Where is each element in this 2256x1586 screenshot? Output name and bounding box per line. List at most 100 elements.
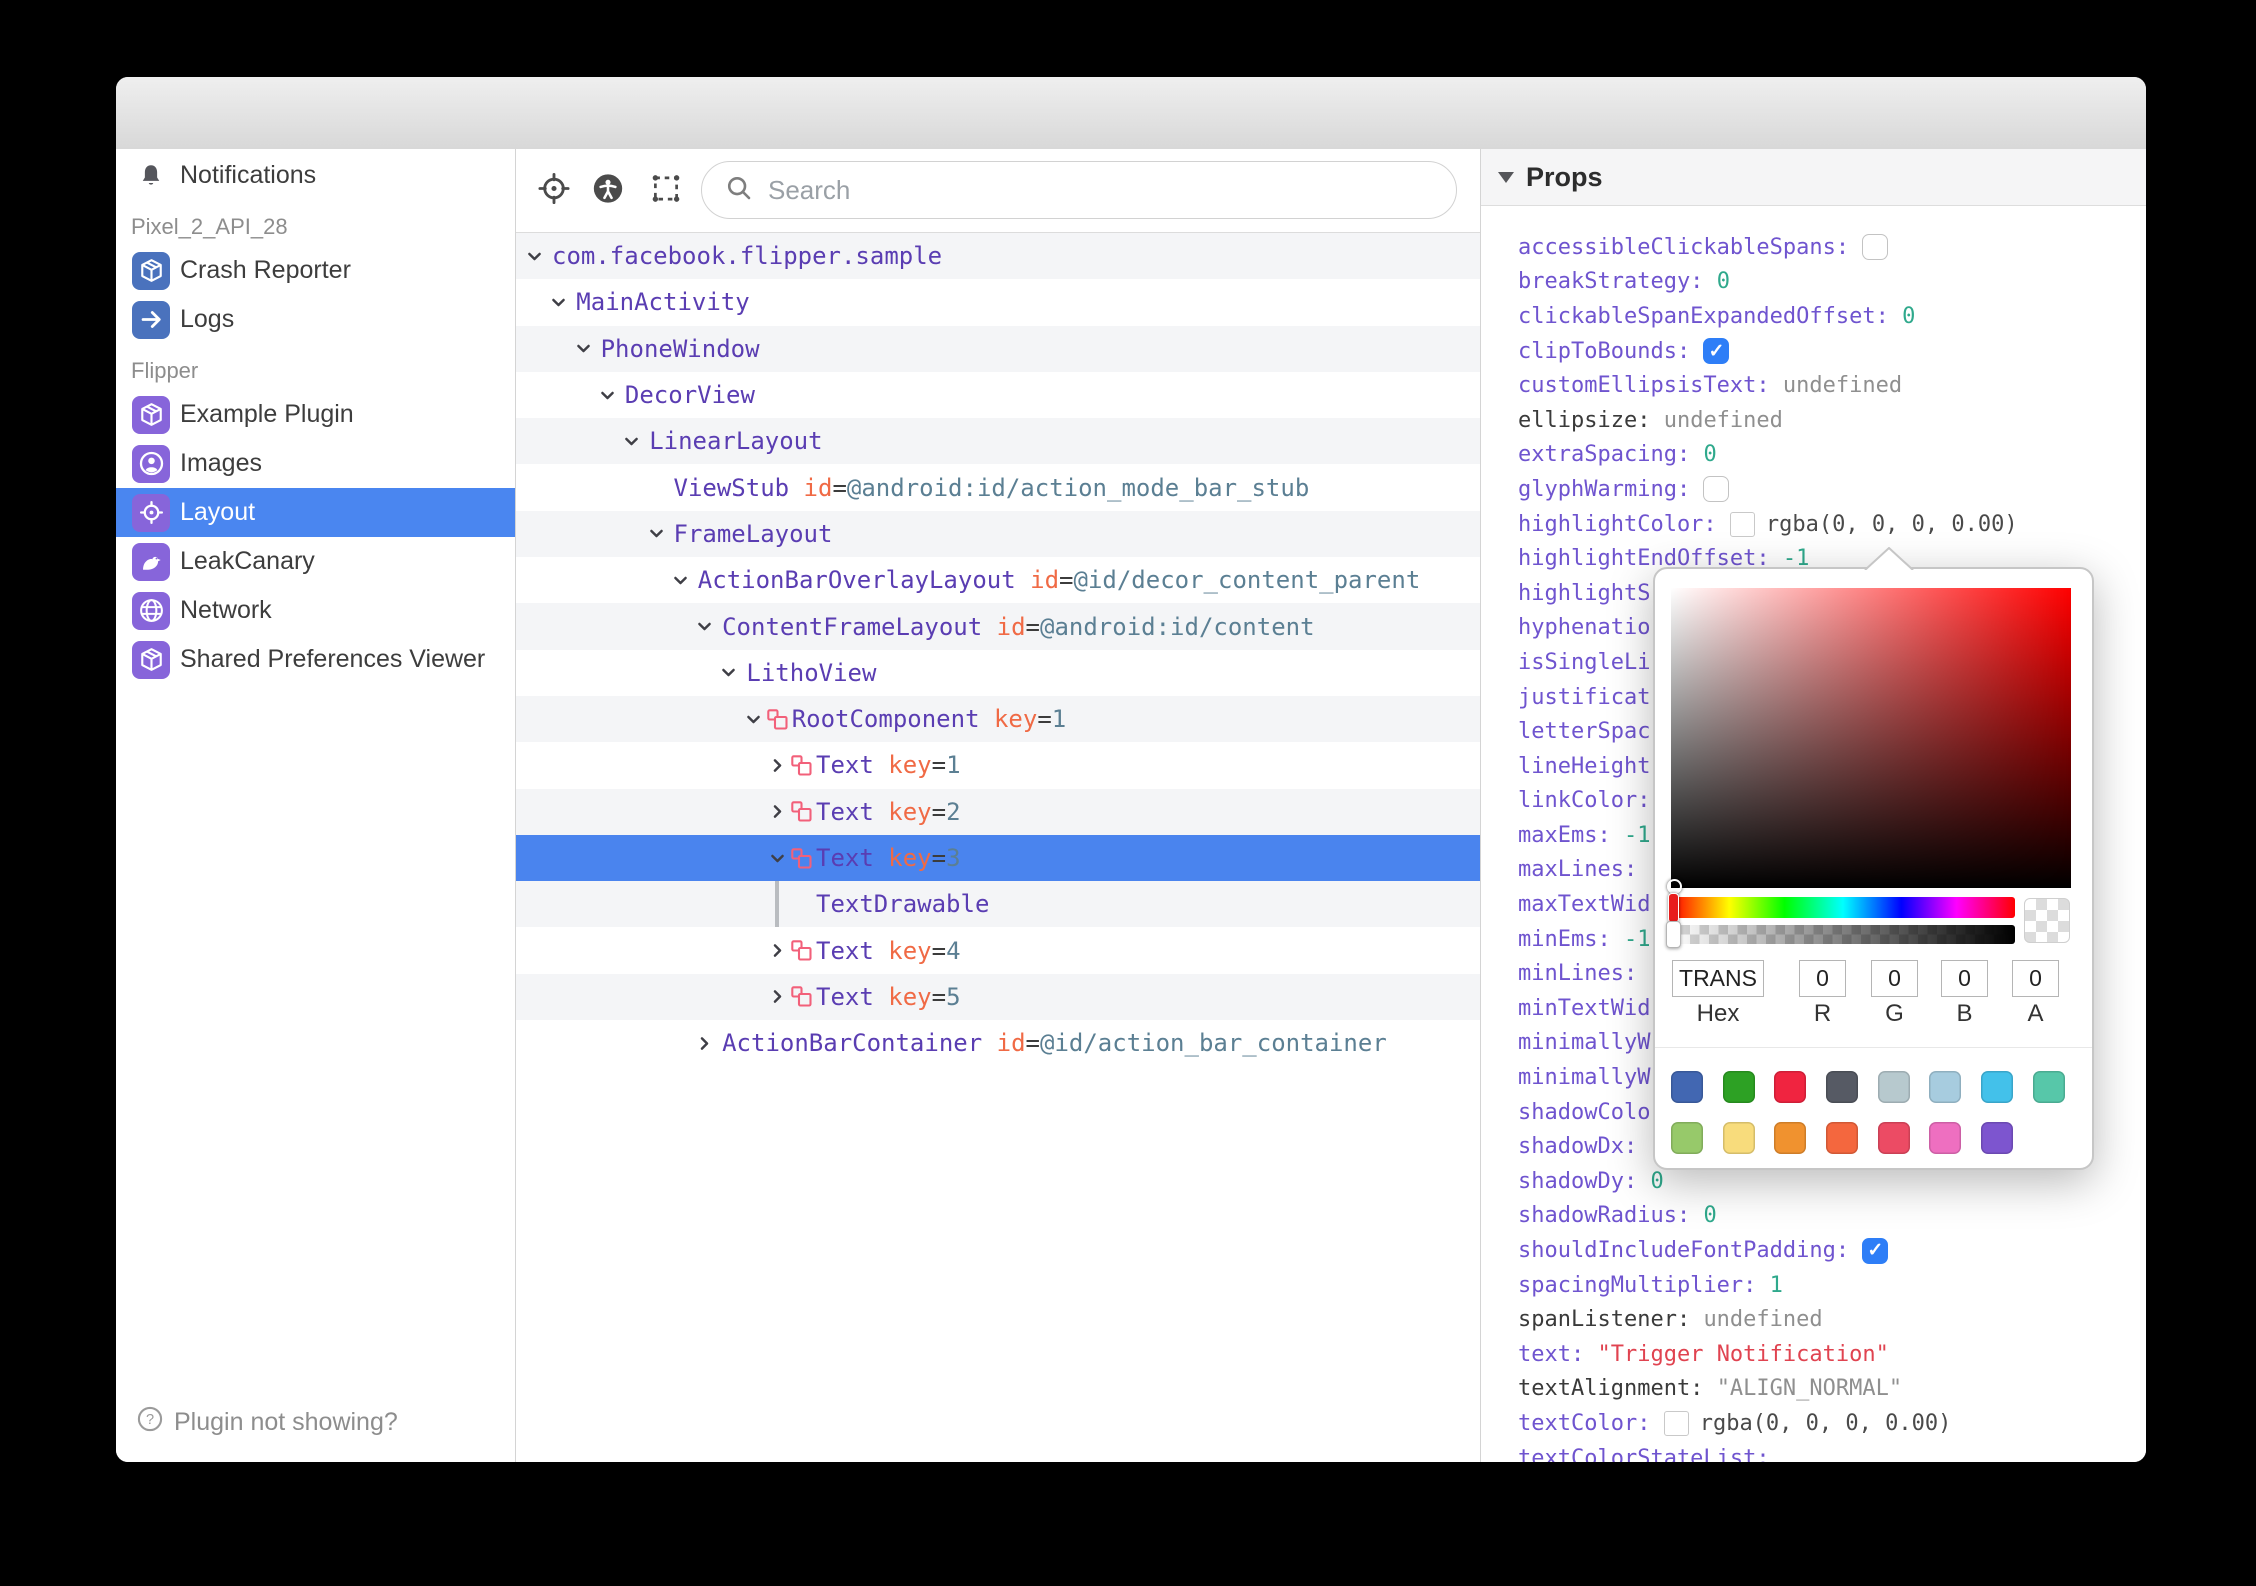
sidebar-item-leakcanary[interactable]: LeakCanary: [116, 537, 515, 586]
prop-value[interactable]: -1: [1624, 927, 1651, 952]
chevron-down-icon[interactable]: [696, 618, 713, 635]
prop-checkbox[interactable]: [1703, 476, 1730, 503]
tree-node-text-2[interactable]: Text key = 2: [516, 788, 1480, 835]
tree-node-mainactivity[interactable]: MainActivity: [516, 279, 1480, 326]
tree-node-actionbaroverlaylayout-id-decor-content-parent[interactable]: ActionBarOverlayLayout id = @id/decor_cont…: [516, 557, 1480, 604]
color-swatch[interactable]: [1929, 1071, 1962, 1103]
chevron-down-icon[interactable]: [526, 248, 543, 265]
chevron-down-icon[interactable]: [550, 294, 567, 311]
color-swatch[interactable]: [1929, 1122, 1962, 1154]
prop-value[interactable]: undefined: [1703, 1307, 1822, 1332]
chevron-down-icon[interactable]: [769, 850, 786, 867]
target-mode-icon[interactable]: [536, 170, 572, 211]
color-swatch[interactable]: [1671, 1122, 1703, 1154]
tree-node-decorview[interactable]: DecorView: [516, 371, 1480, 419]
color-swatch[interactable]: [1774, 1071, 1807, 1103]
select-element-icon[interactable]: [649, 171, 683, 210]
prop-value[interactable]: 0: [1902, 304, 1915, 329]
hex-input[interactable]: [1672, 960, 1764, 997]
prop-value[interactable]: 0: [1703, 1203, 1716, 1228]
prop-value[interactable]: rgba(0, 0, 0, 0.00): [1700, 1411, 1952, 1436]
chevron-down-icon[interactable]: [672, 572, 689, 589]
prop-value[interactable]: "Trigger Notification": [1597, 1342, 1888, 1367]
prop-value[interactable]: 1: [1770, 1273, 1783, 1298]
tree-node-linearlayout[interactable]: LinearLayout: [516, 418, 1480, 465]
plugin-not-showing-link[interactable]: ? Plugin not showing?: [136, 1405, 398, 1440]
saturation-value-gradient[interactable]: [1671, 588, 2071, 888]
color-swatch[interactable]: [1981, 1122, 2014, 1154]
red-input[interactable]: [1799, 960, 1846, 997]
tree-node-text-4[interactable]: Text key = 4: [516, 927, 1480, 974]
sidebar-item-logs[interactable]: Logs: [116, 295, 515, 344]
tree-node-actionbarcontainer-id-action-bar-container[interactable]: ActionBarContainer id = @id/action_bar_con…: [516, 1020, 1480, 1067]
prop-value[interactable]: 0: [1703, 442, 1716, 467]
color-swatch[interactable]: [1877, 1122, 1910, 1154]
search-field[interactable]: [701, 161, 1457, 219]
alpha-slider[interactable]: [1671, 925, 2015, 944]
color-swatch[interactable]: [1722, 1122, 1755, 1154]
tree-node-phonewindow[interactable]: PhoneWindow: [516, 325, 1480, 372]
prop-checkbox[interactable]: [1862, 234, 1889, 261]
chevron-right-icon[interactable]: [769, 803, 786, 820]
color-swatch[interactable]: [1774, 1122, 1807, 1154]
chevron-down-icon[interactable]: [720, 664, 737, 681]
green-input[interactable]: [1871, 960, 1918, 997]
chevron-down-icon[interactable]: [623, 433, 640, 450]
prop-value[interactable]: 0: [1717, 269, 1730, 294]
sidebar-item-notifications[interactable]: Notifications: [116, 151, 515, 200]
chevron-down-icon[interactable]: [648, 525, 665, 542]
blue-input[interactable]: [1941, 960, 1988, 997]
color-swatch[interactable]: [1826, 1122, 1859, 1154]
sidebar-item-layout[interactable]: Layout: [116, 488, 515, 537]
search-input[interactable]: [766, 173, 1446, 207]
prop-key: ellipsize:: [1518, 407, 1664, 433]
color-swatch[interactable]: [1877, 1071, 1910, 1103]
sidebar-item-crash-reporter[interactable]: Crash Reporter: [116, 246, 515, 295]
alpha-input[interactable]: [2012, 960, 2059, 997]
gradient-cursor[interactable]: [1667, 879, 1682, 894]
accessibility-mode-icon[interactable]: [591, 171, 625, 210]
tree-node-com-facebook-flipper-sample[interactable]: com.facebook.flipper.sample: [516, 233, 1480, 280]
tree-node-text-1[interactable]: Text key = 1: [516, 742, 1480, 789]
tree-node-text-3[interactable]: Text key = 3: [516, 834, 1480, 882]
prop-value[interactable]: "ALIGN_NORMAL": [1717, 1376, 1902, 1401]
chevron-down-icon[interactable]: [599, 387, 616, 404]
tree-node-viewstub-android-id-action-mode-bar-stub[interactable]: ViewStub id = @android:id/action_mode_bar_…: [516, 464, 1480, 511]
prop-value[interactable]: rgba(0, 0, 0, 0.00): [1766, 512, 2018, 537]
color-preview-swatch: [2024, 898, 2070, 943]
tree-node-framelayout[interactable]: FrameLayout: [516, 510, 1480, 558]
prop-value[interactable]: undefined: [1664, 408, 1783, 433]
color-swatch[interactable]: [1671, 1071, 1703, 1103]
color-swatch[interactable]: [2032, 1071, 2065, 1103]
tree-node-lithoview[interactable]: LithoView: [516, 649, 1480, 696]
chevron-right-icon[interactable]: [769, 988, 786, 1005]
sidebar-item-images[interactable]: Images: [116, 439, 515, 488]
color-swatch[interactable]: [1981, 1071, 2014, 1103]
sidebar-item-network[interactable]: Network: [116, 586, 515, 635]
chevron-down-icon[interactable]: [745, 711, 762, 728]
chevron-right-icon[interactable]: [769, 942, 786, 959]
prop-checkbox[interactable]: ✓: [1703, 338, 1730, 365]
color-swatch[interactable]: [1826, 1071, 1859, 1103]
prop-value[interactable]: undefined: [1783, 373, 1902, 398]
sidebar-item-shared-preferences-viewer[interactable]: Shared Preferences Viewer: [116, 635, 515, 684]
hue-slider-handle[interactable]: [1668, 893, 1679, 923]
chevron-right-icon[interactable]: [696, 1035, 713, 1052]
prop-value[interactable]: 0: [1650, 1169, 1663, 1194]
prop-color-swatch[interactable]: [1729, 511, 1755, 537]
tree-node-contentframelayout-android-id-content[interactable]: ContentFrameLayout id = @android:id/conten…: [516, 603, 1480, 650]
alpha-slider-handle[interactable]: [1666, 921, 1681, 948]
color-swatch[interactable]: [1722, 1071, 1755, 1103]
prop-color-swatch[interactable]: [1663, 1410, 1689, 1436]
props-header[interactable]: Props: [1481, 149, 2146, 206]
tree-node-rootcomponent-1[interactable]: RootComponent key = 1: [516, 695, 1480, 743]
prop-value[interactable]: -1: [1624, 823, 1651, 848]
sidebar-item-example-plugin[interactable]: Example Plugin: [116, 390, 515, 439]
prop-checkbox[interactable]: ✓: [1862, 1237, 1889, 1264]
tree-node-textdrawable[interactable]: TextDrawable: [516, 881, 1480, 928]
tree-node-text-5[interactable]: Text key = 5: [516, 973, 1480, 1021]
chevron-right-icon[interactable]: [769, 757, 786, 774]
hue-slider[interactable]: [1671, 897, 2015, 918]
tree-node-attr-equals: =: [931, 936, 947, 965]
chevron-down-icon[interactable]: [575, 340, 592, 357]
